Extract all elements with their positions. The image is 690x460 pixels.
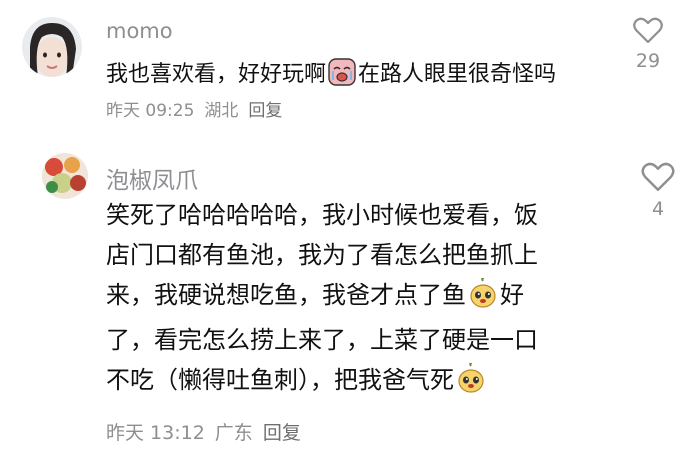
comment-line: 笑死了哈哈哈哈哈，我小时候也爱看，饭 <box>106 201 538 229</box>
reply-button[interactable]: 回复 <box>248 96 282 121</box>
avatar[interactable] <box>42 153 88 199</box>
comment-text-part: 在路人眼里很奇怪吗 <box>358 62 557 87</box>
comment-meta: 昨天 13:12 广东 回复 <box>106 418 311 445</box>
like-count: 4 <box>651 198 665 220</box>
comment-line: 不吃（懒得吐鱼刺），把我爸气死 <box>106 360 538 405</box>
comment-line: 了，看完怎么捞上来了，上菜了硬是一口 <box>106 326 538 354</box>
comment-text: 我也喜欢看，好好玩啊 在路人眼里很奇怪吗 <box>106 56 556 92</box>
heart-icon <box>633 17 663 44</box>
comment-location: 广东 <box>214 422 253 444</box>
comment-text-part: 好 <box>500 281 524 309</box>
comment-text-part: 我也喜欢看，好好玩啊 <box>106 62 327 87</box>
comment-text-part: 不吃（懒得吐鱼刺），把我爸气死 <box>106 366 454 394</box>
reply-button[interactable]: 回复 <box>263 418 301 445</box>
comment-date: 昨天 13:12 <box>106 422 205 444</box>
like-button[interactable]: 4 <box>638 162 678 220</box>
comment-meta: 昨天 09:25 湖北 回复 <box>106 96 292 121</box>
avatar[interactable] <box>22 17 82 77</box>
username[interactable]: momo <box>106 19 173 43</box>
comment-line: 店门口都有鱼池，我为了看怎么把鱼抓上 <box>106 241 538 269</box>
comment-date: 昨天 09:25 <box>106 101 195 121</box>
pear-mascot-emoji-icon <box>468 277 498 320</box>
pear-mascot-emoji-icon <box>456 362 486 405</box>
comment-text-part: 来，我硬说想吃鱼，我爸才点了鱼 <box>106 281 466 309</box>
heart-icon <box>641 162 675 191</box>
comment-line: 来，我硬说想吃鱼，我爸才点了鱼 好 <box>106 275 538 320</box>
like-count: 29 <box>635 50 661 72</box>
like-button[interactable]: 29 <box>628 17 668 72</box>
comment-item: momo 我也喜欢看，好好玩啊 在路人眼里很奇怪吗 昨天 09:25 湖北 回复… <box>0 0 690 135</box>
comment-item: 泡椒凤爪 笑死了哈哈哈哈哈，我小时候也爱看，饭 店门口都有鱼池，我为了看怎么把鱼… <box>0 135 690 460</box>
comment-location: 湖北 <box>204 101 239 121</box>
username[interactable]: 泡椒凤爪 <box>106 161 198 195</box>
comment-text: 笑死了哈哈哈哈哈，我小时候也爱看，饭 店门口都有鱼池，我为了看怎么把鱼抓上 来，… <box>106 195 538 405</box>
crying-emoji-icon <box>328 58 356 92</box>
